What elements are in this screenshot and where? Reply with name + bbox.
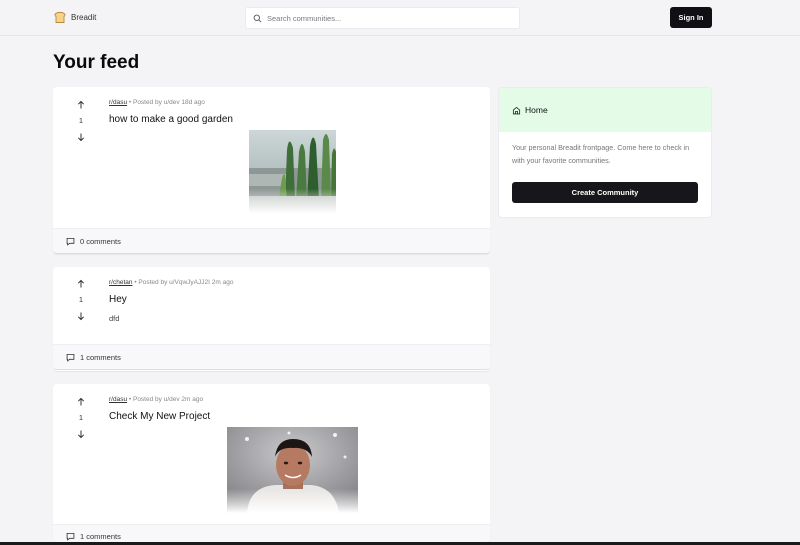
- subreddit-link[interactable]: r/dasu: [109, 396, 127, 403]
- post-card: 1 r/dasu • Posted by u/dev 2m ago Check …: [53, 384, 490, 542]
- home-description: Your personal Breadit frontpage. Come he…: [512, 143, 690, 165]
- post-image[interactable]: [227, 427, 358, 513]
- search-input[interactable]: [267, 13, 507, 23]
- post-image[interactable]: [249, 130, 336, 214]
- sign-in-button[interactable]: Sign In: [670, 7, 712, 28]
- comments-count: 0 comments: [80, 237, 121, 246]
- comment-icon: [66, 237, 75, 246]
- vote-count: 1: [78, 116, 84, 125]
- post-meta: r/dasu • Posted by u/dev 2m ago: [109, 396, 203, 403]
- vote-controls: 1: [75, 397, 87, 439]
- comments-link[interactable]: 1 comments: [66, 353, 121, 362]
- search-icon: [253, 14, 262, 22]
- downvote-arrow-icon[interactable]: [76, 132, 86, 142]
- posted-by: Posted by u/VqwJyAJJ2I 2m ago: [138, 279, 234, 286]
- navbar: Breadit Sign In: [0, 0, 800, 36]
- post-card: 1 r/chetan • Posted by u/VqwJyAJJ2I 2m a…: [53, 267, 490, 371]
- upvote-arrow-icon[interactable]: [76, 279, 86, 289]
- home-header: Home: [499, 88, 711, 132]
- subreddit-link[interactable]: r/chetan: [109, 279, 133, 286]
- downvote-arrow-icon[interactable]: [76, 429, 86, 439]
- upvote-arrow-icon[interactable]: [76, 397, 86, 407]
- vote-count: 1: [78, 413, 84, 422]
- comment-icon: [66, 532, 75, 541]
- home-sidebar: Home Your personal Breadit frontpage. Co…: [498, 87, 712, 218]
- post-card: 1 r/dasu • Posted by u/dev 18d ago how t…: [53, 87, 490, 254]
- garden-image: [249, 130, 336, 214]
- posted-by: Posted by u/dev 18d ago: [132, 99, 205, 106]
- post-meta: r/chetan • Posted by u/VqwJyAJJ2I 2m ago: [109, 279, 233, 286]
- vote-controls: 1: [75, 279, 87, 321]
- upvote-arrow-icon[interactable]: [76, 100, 86, 110]
- post-body: dfd: [109, 314, 120, 323]
- bread-logo-icon: [54, 11, 66, 23]
- post-title[interactable]: Check My New Project: [109, 411, 210, 422]
- post-footer: 1 comments: [53, 524, 490, 542]
- comments-count: 1 comments: [80, 532, 121, 541]
- posted-by: Posted by u/dev 2m ago: [132, 396, 204, 403]
- home-icon: [512, 106, 521, 114]
- post-title[interactable]: how to make a good garden: [109, 114, 233, 125]
- post-meta: r/dasu • Posted by u/dev 18d ago: [109, 99, 205, 106]
- comments-count: 1 comments: [80, 353, 121, 362]
- brand-link[interactable]: Breadit: [53, 10, 96, 24]
- brand-name: Breadit: [71, 12, 97, 22]
- vote-count: 1: [78, 295, 84, 304]
- post-title[interactable]: Hey: [109, 294, 127, 305]
- create-community-button[interactable]: Create Community: [512, 182, 698, 203]
- post-footer: 1 comments: [53, 344, 490, 370]
- downvote-arrow-icon[interactable]: [76, 311, 86, 321]
- post-footer: 0 comments: [53, 228, 490, 254]
- subreddit-link[interactable]: r/dasu: [109, 99, 127, 106]
- comments-link[interactable]: 1 comments: [66, 532, 121, 541]
- page-title: Your feed: [53, 52, 140, 73]
- search-bar[interactable]: [245, 7, 520, 29]
- home-title: Home: [525, 105, 548, 115]
- comments-link[interactable]: 0 comments: [66, 237, 121, 246]
- portrait-image: [227, 427, 358, 513]
- vote-controls: 1: [75, 100, 87, 142]
- comment-icon: [66, 353, 75, 362]
